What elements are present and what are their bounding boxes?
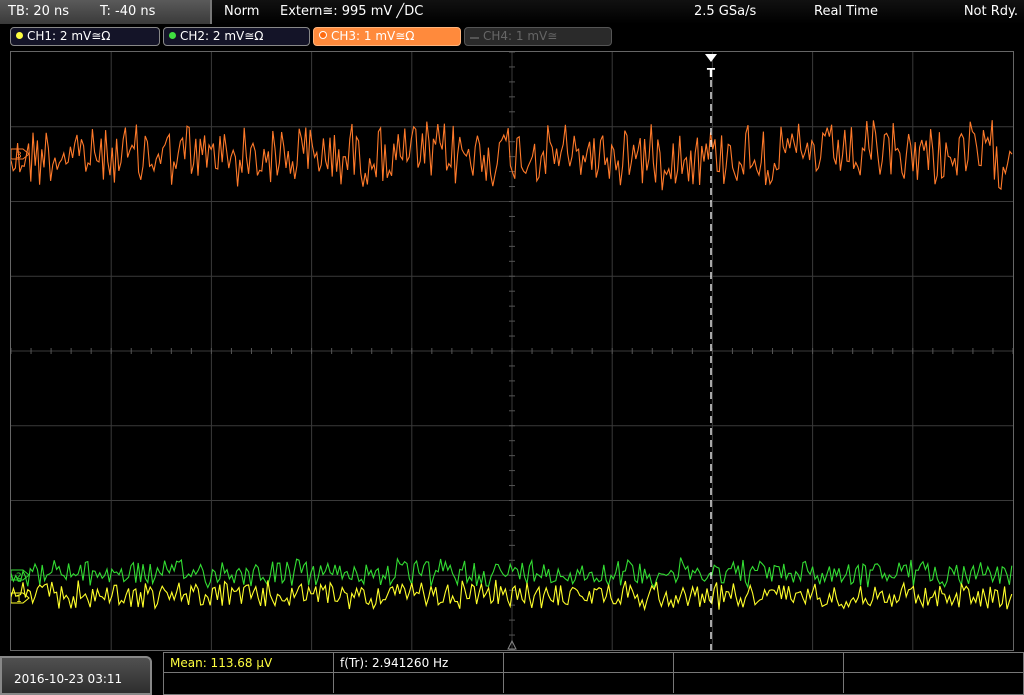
meas-cell-4 [674, 653, 844, 673]
bottom-bar: 2016-10-23 03:11 Mean: 113.68 µV f(Tr): … [0, 652, 1024, 695]
frequency-measurement: f(Tr): 2.941260 Hz [340, 656, 449, 670]
ch2-reference-marker-label: 2 [16, 572, 22, 582]
sample-rate[interactable]: 2.5 GSa/s [694, 4, 756, 19]
ch2-color-dot [169, 32, 176, 39]
ch4-label: CH4: 1 mV≅ [483, 29, 558, 43]
trigger-time-label: T: -40 ns [100, 4, 156, 19]
ch2-label: CH2: 2 mV≅Ω [180, 29, 264, 43]
meas-cell-5 [844, 653, 1023, 673]
ch4-color-dot [470, 37, 479, 39]
timebase-label: TB: 20 ns [8, 4, 70, 19]
meas-cell-3 [504, 653, 674, 673]
measurement-panel[interactable]: Mean: 113.68 µV f(Tr): 2.941260 Hz [163, 652, 1024, 695]
channel-1-button[interactable]: CH1: 2 mV≅Ω [10, 27, 160, 46]
ch3-reference-marker-label: 3 [16, 151, 22, 161]
datetime-label: 2016-10-23 03:11 [14, 672, 123, 686]
channel-4-button[interactable]: CH4: 1 mV≅ [464, 27, 612, 46]
ch3-color-dot [319, 31, 327, 39]
acquisition-mode[interactable]: Real Time [814, 4, 878, 19]
ch3-label: CH3: 1 mV≅Ω [331, 29, 415, 43]
channel-3-button[interactable]: CH3: 1 mV≅Ω [313, 27, 461, 46]
trigger-source[interactable]: Extern≅: 995 mV ╱DC [280, 4, 423, 19]
status-bar: TB: 20 ns T: -40 ns Norm Extern≅: 995 mV… [0, 0, 1024, 25]
datetime-box[interactable]: 2016-10-23 03:11 [0, 656, 152, 695]
timebase-box[interactable]: TB: 20 ns T: -40 ns [0, 0, 212, 24]
ch2-waveform [11, 556, 1013, 590]
acquisition-status: Not Rdy. [963, 4, 1018, 19]
channel-2-button[interactable]: CH2: 2 mV≅Ω [163, 27, 310, 46]
waveform-display[interactable]: T 3 2 1 [10, 51, 1014, 651]
waveform-svg: T 3 2 1 [11, 52, 1013, 650]
channel-bar: CH1: 2 mV≅Ω CH2: 2 mV≅Ω CH3: 1 mV≅Ω CH4:… [0, 24, 1024, 50]
trigger-position-marker [705, 54, 717, 62]
ch1-label: CH1: 2 mV≅Ω [27, 29, 111, 43]
meas-cell-6 [164, 673, 334, 693]
meas-cell-10 [844, 673, 1023, 693]
ch1-reference-marker-label: 1 [16, 595, 22, 605]
trigger-label: T [707, 66, 716, 80]
ch1-color-dot [16, 32, 23, 39]
mean-measurement: Mean: 113.68 µV [170, 656, 273, 670]
meas-cell-8 [504, 673, 674, 693]
meas-cell-9 [674, 673, 844, 693]
trigger-mode[interactable]: Norm [224, 4, 259, 19]
meas-cell-7 [334, 673, 504, 693]
